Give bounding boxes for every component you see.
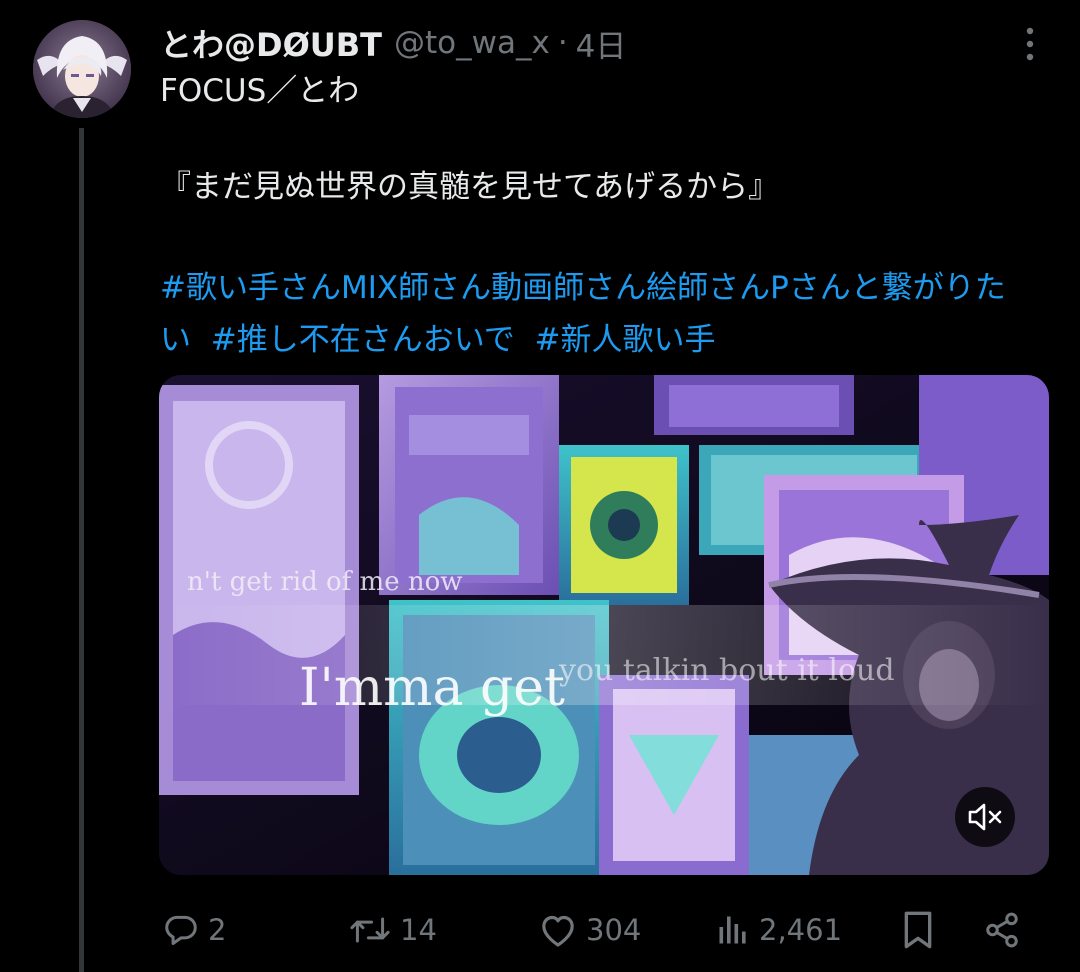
analytics-icon <box>719 916 746 944</box>
like-count: 304 <box>586 913 642 947</box>
repost-button[interactable]: 14 <box>348 900 437 960</box>
repost-count: 14 <box>400 913 437 947</box>
share-icon <box>986 912 1018 948</box>
post-quote-line: 『まだ見ぬ世界の真髄を見せてあげるから』 <box>160 169 780 205</box>
repost-icon <box>350 917 390 943</box>
display-name[interactable]: とわ@DØUBT <box>160 20 382 66</box>
reply-button[interactable]: 2 <box>162 900 226 960</box>
hashtag-link[interactable]: #新人歌い手 <box>534 322 715 358</box>
bookmark-icon <box>904 911 932 949</box>
lyric-large-1: I'mma get <box>299 658 565 718</box>
hashtag-link[interactable]: #推し不在さんおいで <box>211 322 515 358</box>
tweet[interactable]: とわ@DØUBT @to_wa_x · 4日 FOCUS／とわ 『まだ見ぬ世界の… <box>0 0 1080 972</box>
hashtag-list: #歌い手さんMIX師さん動画師さん絵師さんPさんと繋がりたい #推し不在さんおい… <box>160 262 1040 366</box>
reply-count: 2 <box>208 913 227 947</box>
mute-toggle-button[interactable] <box>955 787 1015 847</box>
share-button[interactable] <box>983 900 1021 960</box>
header-separator: · <box>557 25 568 61</box>
speaker-muted-icon <box>968 803 1002 831</box>
more-vertical-icon <box>1026 27 1034 61</box>
view-count: 2,461 <box>759 913 843 947</box>
views-button[interactable]: 2,461 <box>715 900 842 960</box>
post-title-line: FOCUS／とわ <box>160 73 360 109</box>
post-time[interactable]: 4日 <box>576 21 627 66</box>
user-handle[interactable]: @to_wa_x <box>394 25 550 61</box>
more-options-button[interactable] <box>1008 22 1052 66</box>
heart-icon <box>542 915 574 947</box>
post-header: とわ@DØUBT @to_wa_x · 4日 <box>160 20 626 66</box>
action-bar: 2 14 304 2,461 <box>160 900 1040 960</box>
reply-icon <box>165 915 197 945</box>
lyric-large-2: you talkin bout it loud <box>558 653 895 688</box>
bookmark-button[interactable] <box>900 900 936 960</box>
lyric-small: n't get rid of me now <box>187 567 463 597</box>
like-button[interactable]: 304 <box>538 900 641 960</box>
avatar[interactable] <box>33 20 131 118</box>
thread-line <box>79 128 84 972</box>
video-frame: n't get rid of me now I'mma get you talk… <box>159 375 1049 875</box>
video-player[interactable]: n't get rid of me now I'mma get you talk… <box>159 375 1049 875</box>
